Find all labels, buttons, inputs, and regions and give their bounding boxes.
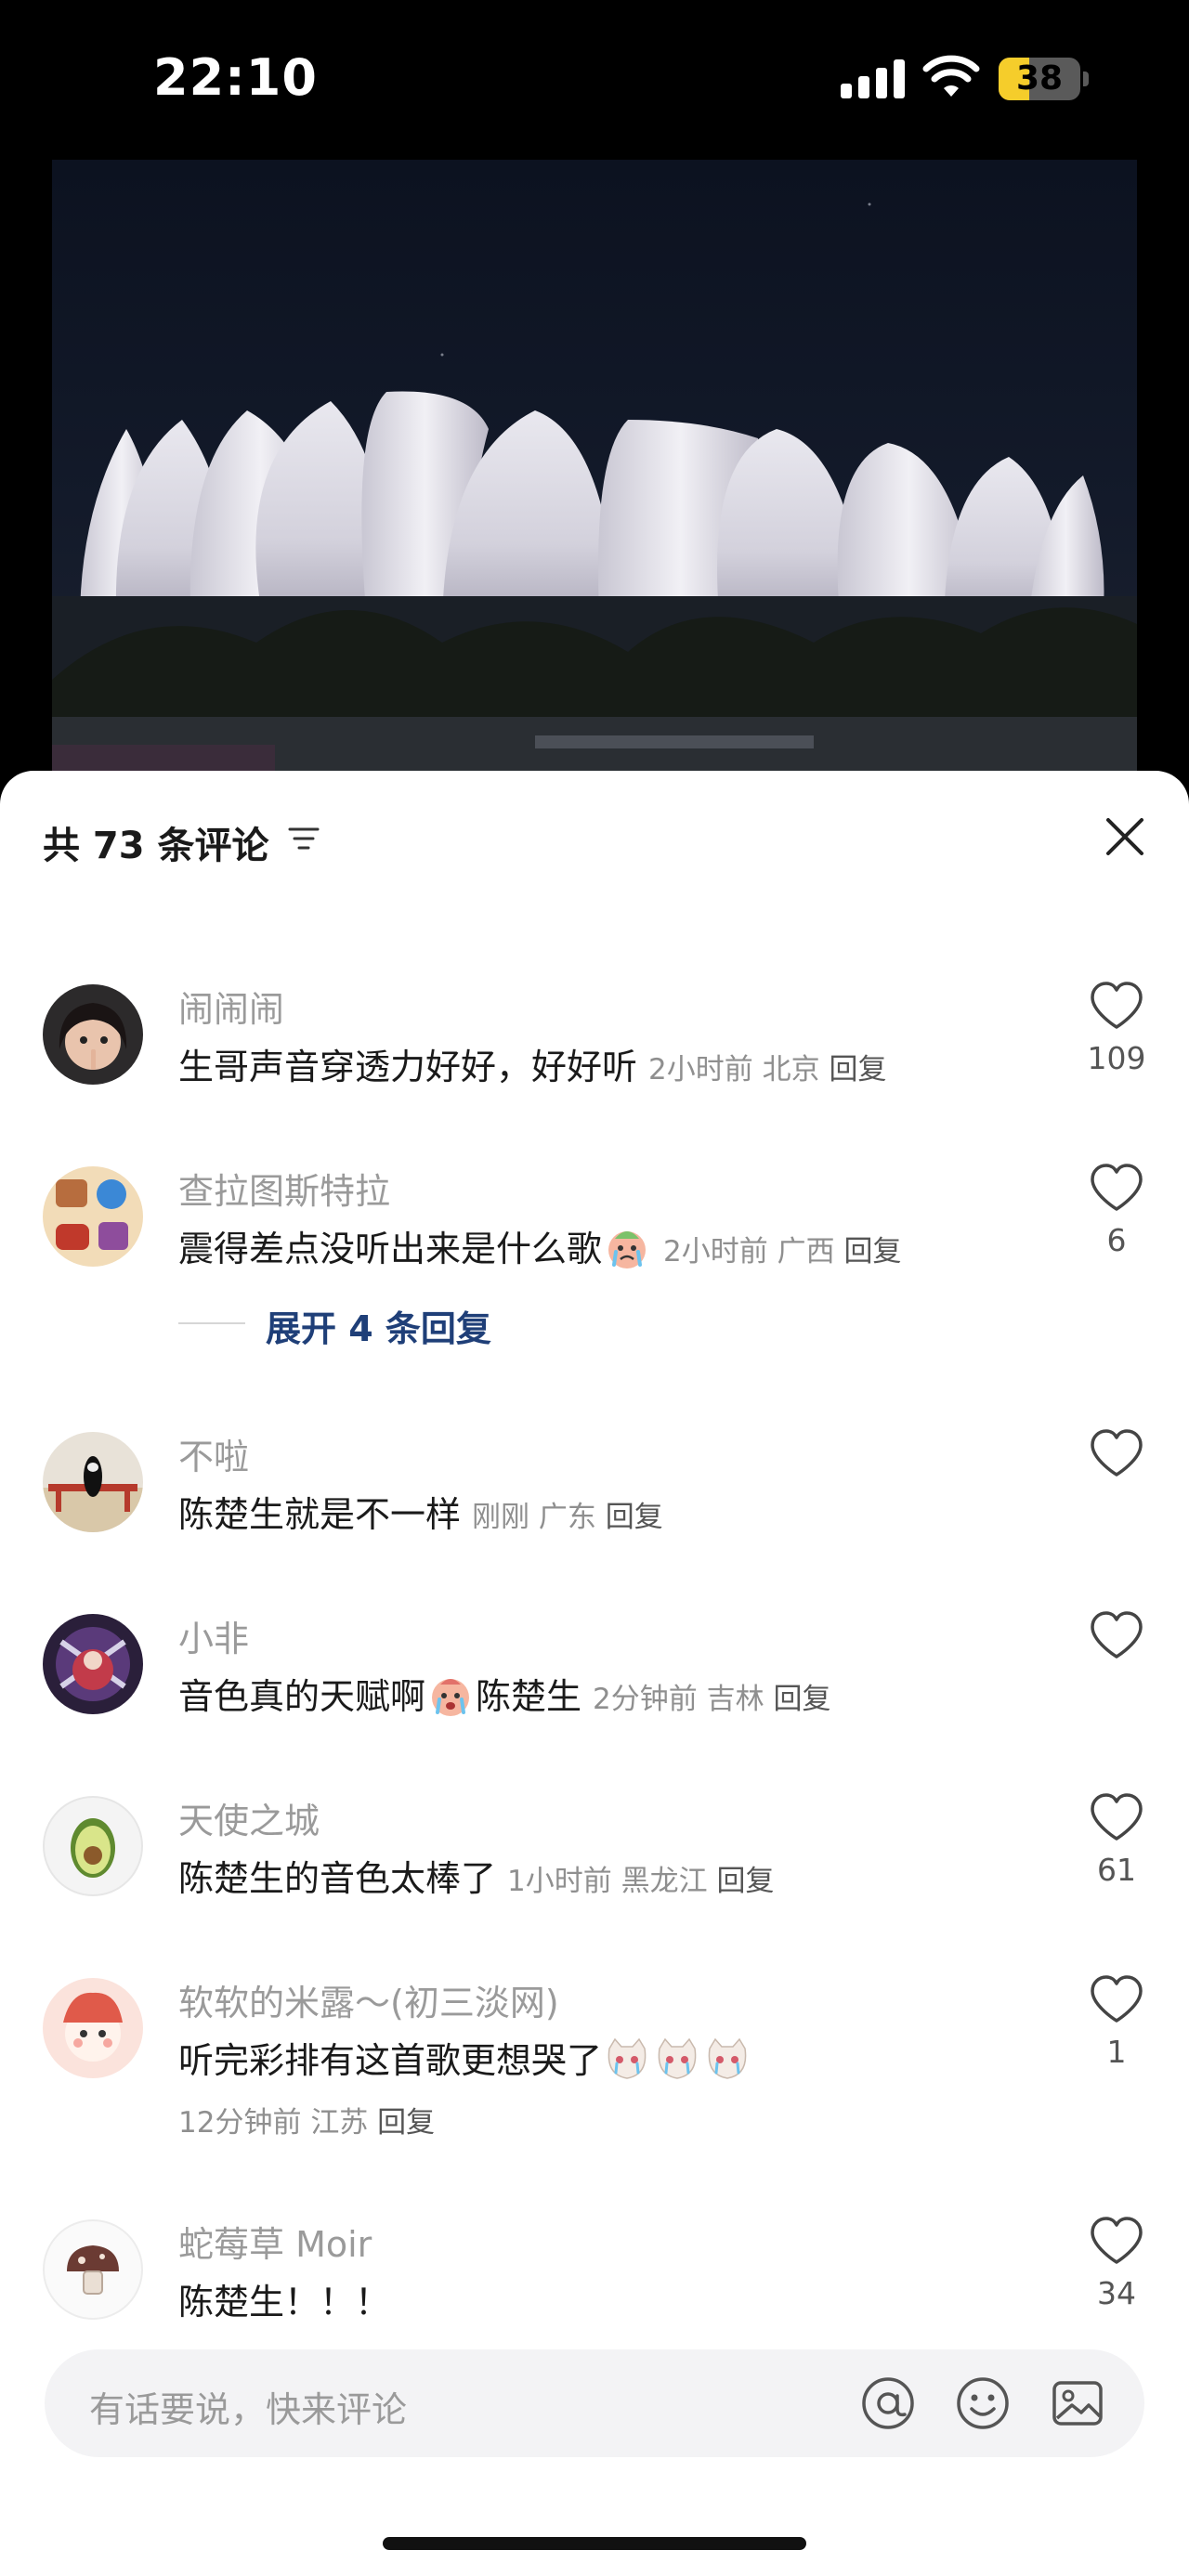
input-placeholder: 有话要说，快来评论 <box>89 2389 408 2430</box>
reply-button[interactable]: 回复 <box>773 1683 830 1716</box>
comment-item: 查拉图斯特拉 震得差点没听出来是什么歌 2小时前 广西 回复 6 展开 4 条回复 <box>0 1163 1189 1367</box>
comment-username[interactable]: 查拉图斯特拉 <box>178 1163 390 1214</box>
comment-location: 吉林 <box>706 1683 764 1716</box>
comment-location: 北京 <box>762 1053 820 1086</box>
battery-icon: 38 <box>999 58 1080 100</box>
reply-button[interactable]: 回复 <box>716 1865 774 1898</box>
comment-count-title: 共 73 条评论 <box>43 825 269 867</box>
comment-meta: 刚刚 广东 回复 <box>472 1501 663 1534</box>
home-indicator <box>383 2537 806 2550</box>
comment-location: 广西 <box>777 1235 835 1268</box>
comment-text: 陈楚生就是不一样 <box>178 1494 462 1535</box>
comment-time: 1小时前 <box>507 1865 612 1898</box>
stadium-illustration <box>52 202 1137 791</box>
comment-username[interactable]: 小非 <box>178 1610 249 1661</box>
status-time: 22:10 <box>153 48 318 107</box>
sort-icon[interactable] <box>288 825 320 852</box>
comment-text: 听完彩排有这首歌更想哭了 <box>178 2040 603 2081</box>
comment-time: 刚刚 <box>472 1501 530 1534</box>
like-count: 34 <box>1097 2275 1136 2311</box>
comment-item: 不啦 陈楚生就是不一样 刚刚 广东 回复 <box>0 1428 1189 1568</box>
crying-cat-emoji-icon <box>608 2037 647 2079</box>
comment-location: 黑龙江 <box>621 1865 708 1898</box>
avatar[interactable] <box>43 1166 143 1267</box>
expand-divider <box>178 1322 245 1324</box>
close-icon[interactable] <box>1102 813 1148 860</box>
comment-time: 2分钟前 <box>593 1683 698 1716</box>
status-bar: 22:10 38 <box>0 0 1189 158</box>
comment-item: 软软的米露～(初三淡网) 听完彩排有这首歌更想哭了 12分钟前 江苏 回复 1 <box>0 1974 1189 2179</box>
comment-text: 生哥声音穿透力好好，好好听 <box>178 1047 638 1087</box>
comment-body: 震得差点没听出来是什么歌 2小时前 广西 回复 <box>178 1220 901 1271</box>
comment-username[interactable]: 天使之城 <box>178 1792 320 1843</box>
avatar[interactable] <box>43 1978 143 2078</box>
comment-input[interactable]: 有话要说，快来评论 <box>45 2349 1144 2457</box>
avatar[interactable] <box>43 2219 143 2320</box>
comment-sheet: 共 73 条评论 闹闹闹 生哥声音穿透力好好，好好听 2小时前 北京 回复 109 <box>0 771 1189 2576</box>
stadium-photo[interactable] <box>52 160 1137 791</box>
heart-icon[interactable] <box>1089 981 1144 1033</box>
heart-icon[interactable] <box>1089 1792 1144 1844</box>
heart-icon[interactable] <box>1089 1428 1144 1480</box>
heart-icon[interactable] <box>1089 2216 1144 2268</box>
comment-username[interactable]: 蛇莓草 Moir <box>178 2216 372 2267</box>
comment-text: 音色真的天赋啊 <box>178 1676 426 1717</box>
comment-body: 听完彩排有这首歌更想哭了 <box>178 2032 752 2083</box>
comment-meta: 12分钟前 江苏 回复 <box>178 2099 435 2140</box>
comment-username[interactable]: 不啦 <box>178 1428 249 1479</box>
battery-level: 38 <box>1015 59 1064 98</box>
reply-button[interactable]: 回复 <box>829 1053 886 1086</box>
crying-cat-emoji-icon <box>658 2037 697 2079</box>
signal-icon <box>841 59 906 98</box>
crying-emoji-icon <box>432 1679 470 1716</box>
comment-body: 生哥声音穿透力好好，好好听 2小时前 北京 回复 <box>178 1038 886 1089</box>
reply-button[interactable]: 回复 <box>843 1235 901 1268</box>
comment-meta: 2小时前 广西 回复 <box>663 1235 901 1268</box>
comment-time: 2小时前 <box>648 1053 753 1086</box>
like-count: 61 <box>1097 1852 1136 1888</box>
wifi-icon <box>922 55 980 97</box>
comment-body: 陈楚生的音色太棒了 1小时前 黑龙江 回复 <box>178 1850 774 1901</box>
comment-text: 陈楚生的音色太棒了 <box>178 1858 497 1899</box>
crying-emoji-icon <box>608 1231 647 1268</box>
heart-icon[interactable] <box>1089 1610 1144 1662</box>
comment-time: 2小时前 <box>663 1235 768 1268</box>
like-count: 109 <box>1087 1040 1146 1076</box>
smile-icon[interactable] <box>955 2375 1011 2431</box>
comment-text-tail: 陈楚生 <box>476 1676 582 1717</box>
reply-button[interactable]: 回复 <box>606 1501 663 1534</box>
avatar[interactable] <box>43 1614 143 1714</box>
heart-icon[interactable] <box>1089 1163 1144 1215</box>
comment-time: 12分钟前 <box>178 2106 302 2140</box>
comment-item: 蛇莓草 Moir 陈楚生！！！ 34 <box>0 2216 1189 2346</box>
comment-meta: 2分钟前 吉林 回复 <box>593 1683 830 1716</box>
avatar[interactable] <box>43 984 143 1085</box>
comment-location: 江苏 <box>310 2106 369 2140</box>
expand-replies-button[interactable]: 展开 4 条回复 <box>266 1300 491 1351</box>
comment-username[interactable]: 闹闹闹 <box>178 981 284 1032</box>
comment-item: 闹闹闹 生哥声音穿透力好好，好好听 2小时前 北京 回复 109 <box>0 981 1189 1120</box>
comment-meta: 1小时前 黑龙江 回复 <box>507 1865 774 1898</box>
comment-meta: 2小时前 北京 回复 <box>648 1053 886 1086</box>
comment-body: 陈楚生就是不一样 刚刚 广东 回复 <box>178 1486 663 1537</box>
crying-cat-emoji-icon <box>708 2037 747 2079</box>
comment-text: 陈楚生！！！ <box>178 2282 391 2322</box>
comment-location: 广东 <box>538 1501 596 1534</box>
like-count: 1 <box>1106 2034 1127 2070</box>
comment-item: 天使之城 陈楚生的音色太棒了 1小时前 黑龙江 回复 61 <box>0 1792 1189 1932</box>
at-icon[interactable] <box>860 2375 916 2431</box>
avatar[interactable] <box>43 1432 143 1532</box>
heart-icon[interactable] <box>1089 1974 1144 2026</box>
comment-text: 震得差点没听出来是什么歌 <box>178 1229 603 1269</box>
like-count: 6 <box>1106 1222 1127 1258</box>
reply-button[interactable]: 回复 <box>377 2106 435 2140</box>
avatar[interactable] <box>43 1796 143 1896</box>
comment-username[interactable]: 软软的米露～(初三淡网) <box>178 1974 559 2025</box>
comment-body: 音色真的天赋啊 陈楚生 2分钟前 吉林 回复 <box>178 1668 830 1719</box>
image-icon[interactable] <box>1050 2375 1105 2431</box>
comment-item: 小非 音色真的天赋啊 陈楚生 2分钟前 吉林 回复 <box>0 1610 1189 1750</box>
